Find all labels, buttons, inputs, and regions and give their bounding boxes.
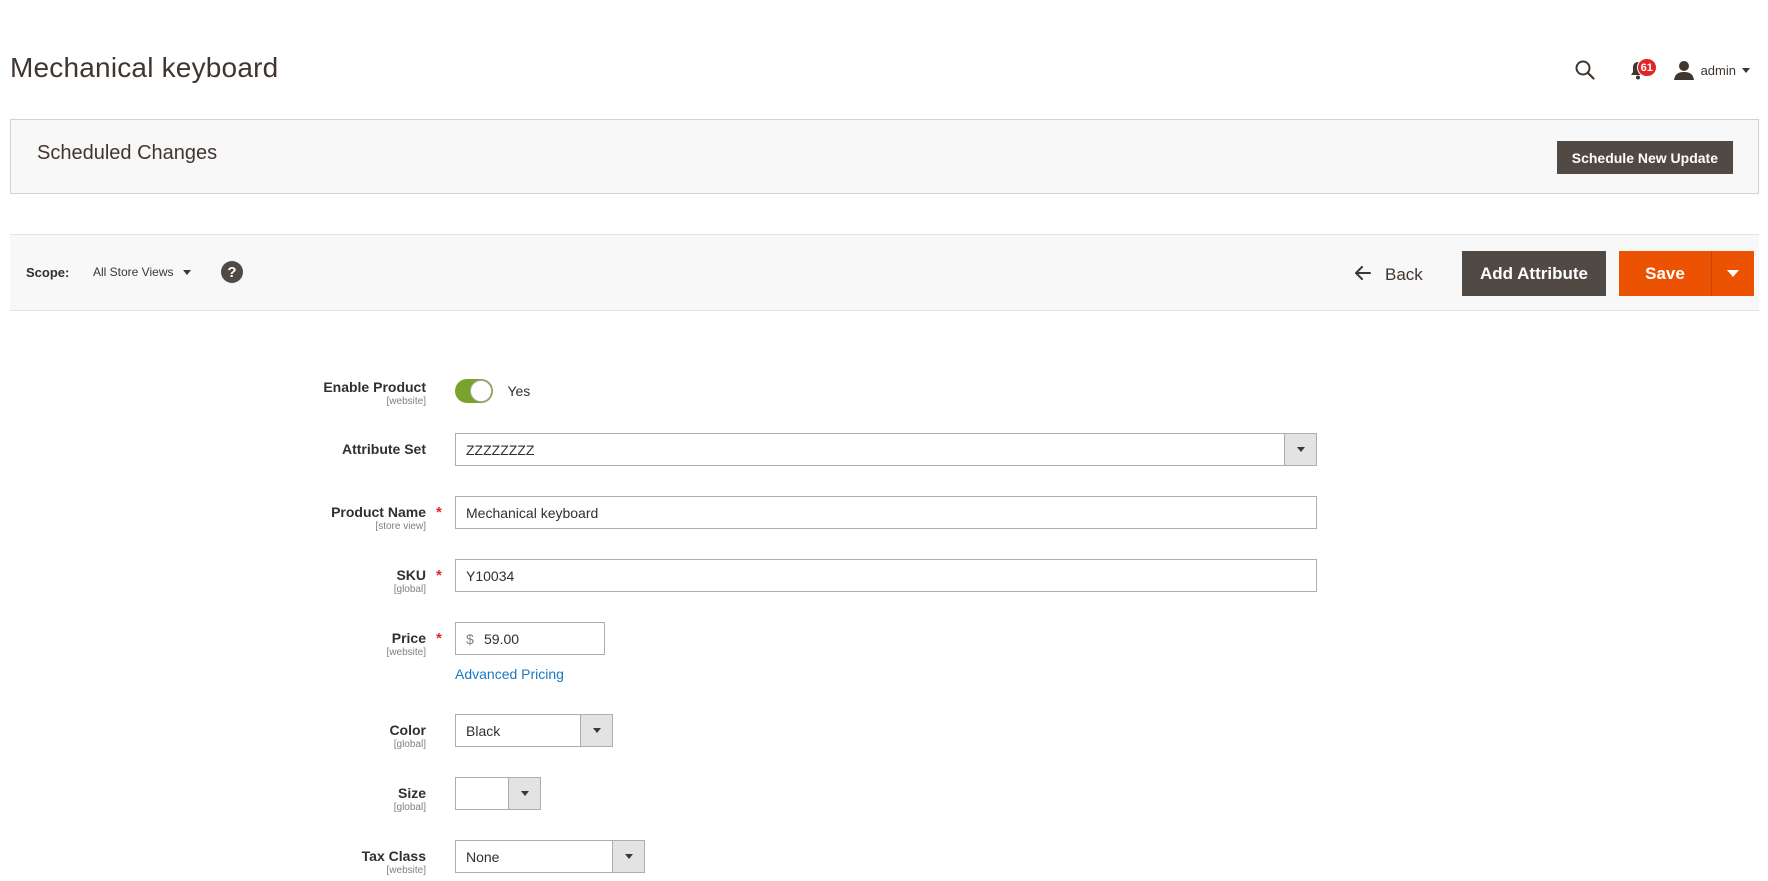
attribute-set-value: ZZZZZZZZ <box>466 441 535 458</box>
currency-symbol: $ <box>466 630 474 647</box>
chevron-down-icon <box>592 728 601 733</box>
dropdown-button[interactable] <box>1284 434 1316 465</box>
dropdown-button[interactable] <box>508 778 540 809</box>
attribute-set-select[interactable]: ZZZZZZZZ <box>455 433 1317 466</box>
page-title: Mechanical keyboard <box>10 52 279 83</box>
sku-input[interactable]: Y10034 <box>455 559 1317 592</box>
field-label: Tax Class [website] <box>362 848 426 876</box>
attribute-set-label: Attribute Set <box>342 441 426 457</box>
scope-label: Scope: <box>26 265 70 280</box>
add-attribute-button[interactable]: Add Attribute <box>1462 251 1606 296</box>
scope-hint: [website] <box>386 647 426 658</box>
required-marker: * <box>436 504 442 521</box>
scope-hint: [global] <box>393 739 426 750</box>
size-label: Size <box>397 785 426 801</box>
tax-class-value: None <box>466 848 500 865</box>
schedule-new-update-button[interactable]: Schedule New Update <box>1556 141 1733 174</box>
chevron-down-icon <box>624 854 633 859</box>
field-label: Color [global] <box>389 722 426 750</box>
scope-hint: [store view] <box>375 521 426 532</box>
required-marker: * <box>436 567 442 584</box>
user-menu[interactable]: admin <box>1673 59 1750 81</box>
scope-hint: [website] <box>386 865 426 876</box>
notifications-button[interactable]: 61 <box>1623 52 1657 88</box>
arrow-left-icon <box>1355 265 1371 285</box>
help-icon[interactable]: ? <box>221 261 243 283</box>
field-label: Attribute Set <box>342 441 426 457</box>
chevron-down-icon <box>520 791 529 796</box>
field-label: SKU [global] <box>394 567 426 595</box>
field-tax-class: Tax Class [website] None <box>0 840 1768 876</box>
sku-label: SKU <box>396 567 426 583</box>
required-marker: * <box>436 630 442 647</box>
price-input[interactable]: $ 59.00 <box>455 622 605 655</box>
enable-product-toggle[interactable] <box>455 379 493 403</box>
scope-hint: [website] <box>386 396 426 407</box>
toggle-knob <box>470 380 492 402</box>
dropdown-button[interactable] <box>612 841 644 872</box>
chevron-down-icon <box>183 269 192 275</box>
dropdown-button[interactable] <box>580 715 612 746</box>
field-attribute-set: Attribute Set ZZZZZZZZ <box>0 433 1768 466</box>
scope-hint: [global] <box>393 802 426 813</box>
notifications-badge: 61 <box>1636 58 1657 77</box>
enable-product-control: Yes <box>455 379 530 403</box>
back-label: Back <box>1385 265 1423 284</box>
field-color: Color [global] Black <box>0 714 1768 750</box>
user-icon <box>1673 61 1694 80</box>
save-split-button: Save <box>1619 251 1754 296</box>
tax-class-label: Tax Class <box>361 848 426 864</box>
color-label: Color <box>389 722 426 738</box>
header-actions: 61 admin <box>1567 52 1750 88</box>
field-label: Size [global] <box>394 785 426 813</box>
product-name-label: Product Name <box>331 504 426 520</box>
scope-hint: [global] <box>393 584 426 595</box>
back-button[interactable]: Back <box>1355 255 1423 295</box>
chevron-down-icon <box>1742 67 1750 73</box>
field-label: Price [website] <box>387 630 426 658</box>
chevron-down-icon <box>1726 270 1739 277</box>
save-options-toggle[interactable] <box>1711 251 1754 296</box>
size-select[interactable] <box>455 777 541 810</box>
search-icon[interactable] <box>1567 52 1603 88</box>
price-value: 59.00 <box>484 630 520 647</box>
product-name-input[interactable]: Mechanical keyboard <box>455 496 1317 529</box>
color-value: Black <box>466 722 501 739</box>
scope-value: All Store Views <box>93 265 174 279</box>
user-name: admin <box>1700 62 1736 78</box>
advanced-pricing-link[interactable]: Advanced Pricing <box>455 666 564 682</box>
tax-class-select[interactable]: None <box>455 840 645 873</box>
save-button[interactable]: Save <box>1619 251 1711 296</box>
field-label: Enable Product [website] <box>323 379 426 407</box>
field-size: Size [global] <box>0 777 1768 813</box>
page-actions-bar: Scope: All Store Views ? Back Add Attrib… <box>10 234 1759 311</box>
scheduled-changes-title: Scheduled Changes <box>37 142 218 164</box>
scheduled-changes-panel: Scheduled Changes Schedule New Update <box>10 119 1759 194</box>
color-select[interactable]: Black <box>455 714 613 747</box>
enable-product-label: Enable Product <box>323 379 426 395</box>
price-label: Price <box>391 630 426 646</box>
chevron-down-icon <box>1296 447 1305 452</box>
toggle-state-text: Yes <box>507 383 531 399</box>
scope-switcher[interactable]: All Store Views <box>93 265 192 279</box>
field-label: Product Name [store view] <box>331 504 426 532</box>
